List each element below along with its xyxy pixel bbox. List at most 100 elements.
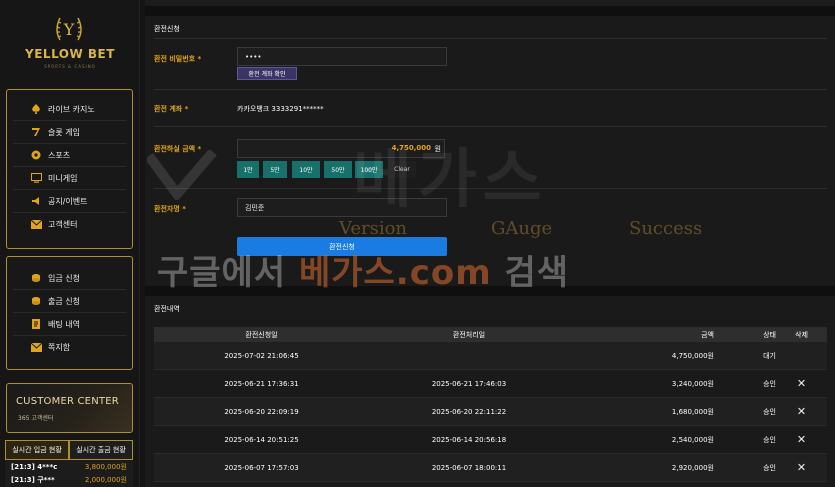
cell-amount: 2,540,000원 bbox=[671, 435, 714, 444]
sidebar-item-label: 라이브 카지노 bbox=[48, 104, 95, 114]
confirm-account-button[interactable]: 환전 계좌 확인 bbox=[237, 67, 297, 80]
sidebar-item-label: 입금 신청 bbox=[48, 273, 80, 283]
sidebar-item[interactable]: 배팅 내역 bbox=[13, 313, 126, 336]
amount-unit: 원 bbox=[434, 145, 441, 153]
cell-status: 승인 bbox=[763, 407, 776, 416]
cell-processed: 2025-06-20 22:11:22 bbox=[431, 407, 507, 416]
cell-delete: ✕ bbox=[776, 378, 827, 389]
col-delete: 삭제 bbox=[795, 330, 808, 339]
holder-label: 환전자명 * bbox=[154, 205, 186, 213]
sidebar-item[interactable]: 슬롯 게임 bbox=[13, 121, 126, 144]
divider bbox=[154, 89, 827, 90]
quick-1m-button[interactable]: 100만 bbox=[355, 161, 383, 178]
table-row: 2025-06-07 17:57:03 2025-06-07 18:00:11 2,… bbox=[154, 454, 827, 482]
sidebar-item[interactable]: 공지/이벤트 bbox=[13, 190, 126, 213]
customer-center-title: CUSTOMER CENTER bbox=[16, 396, 119, 407]
soccer-ball-icon bbox=[29, 149, 43, 161]
divider bbox=[154, 38, 827, 39]
coin-stack-icon bbox=[29, 272, 43, 284]
sidebar-item[interactable]: 고객센터 bbox=[13, 213, 126, 236]
realtime-name: [21:3] 구*** bbox=[11, 475, 55, 484]
cell-delete: ✕ bbox=[776, 462, 827, 473]
password-input[interactable]: •••• bbox=[237, 47, 447, 66]
cell-processed: 2025-06-07 18:00:11 bbox=[431, 463, 507, 472]
cell-requested: 2025-06-07 17:57:03 bbox=[224, 463, 299, 472]
withdraw-form-panel: 환전신청 환전 비밀번호 * •••• 환전 계좌 확인 환전 계좌 * 카카오… bbox=[145, 16, 835, 286]
cell-delete: ✕ bbox=[776, 434, 827, 445]
cell-status: 승인 bbox=[763, 379, 776, 388]
envelope-icon bbox=[29, 219, 43, 231]
cell-requested: 2025-06-21 17:36:31 bbox=[224, 379, 299, 388]
tab-realtime-withdraw[interactable]: 실시간 출금 현황 bbox=[69, 440, 133, 460]
cell-processed: 2025-06-21 17:46:03 bbox=[431, 379, 507, 388]
holder-input[interactable]: 김민준 bbox=[237, 198, 447, 217]
submit-withdraw-button[interactable]: 환전신청 bbox=[237, 237, 447, 256]
megaphone-icon bbox=[29, 195, 43, 207]
sidebar-item-label: 쪽지함 bbox=[48, 343, 71, 352]
envelope-icon bbox=[29, 342, 43, 354]
customer-center-banner[interactable]: CUSTOMER CENTER 365 고객센터 bbox=[6, 383, 133, 433]
account-label: 환전 계좌 * bbox=[154, 105, 189, 113]
amount-input[interactable]: 4,750,000 원 bbox=[237, 139, 445, 158]
col-amount: 금액 bbox=[701, 330, 714, 339]
cell-requested: 2025-07-02 21:06:45 bbox=[224, 351, 299, 360]
page-root: Y YELLOW BET SPORTS & CASINO 라이브 카지노슬롯 게… bbox=[0, 0, 835, 487]
quick-50k-button[interactable]: 5만 bbox=[263, 161, 287, 178]
realtime-amount: 2,000,000원 bbox=[84, 475, 127, 484]
realtime-amount: 3,800,000원 bbox=[84, 462, 127, 471]
delete-icon[interactable]: ✕ bbox=[797, 405, 806, 418]
table-row: 2025-06-14 20:51:25 2025-06-14 20:56:18 2,… bbox=[154, 426, 827, 454]
sidebar-item-label: 고객센터 bbox=[48, 220, 78, 229]
quick-10k-button[interactable]: 1만 bbox=[237, 161, 259, 178]
table-row: 2025-06-20 22:09:19 2025-06-20 22:11:22 1,… bbox=[154, 398, 827, 426]
main-content: 환전신청 환전 비밀번호 * •••• 환전 계좌 확인 환전 계좌 * 카카오… bbox=[145, 0, 835, 487]
table-row: 2025-07-02 21:06:45 4,750,000원 대기 bbox=[154, 342, 827, 370]
sidebar-item[interactable]: 스포츠 bbox=[13, 144, 126, 167]
quick-500k-button[interactable]: 50만 bbox=[324, 161, 352, 178]
tab-realtime-deposit[interactable]: 실시간 입금 현황 bbox=[5, 440, 69, 460]
sidebar-item-label: 배팅 내역 bbox=[48, 319, 80, 329]
monitor-icon bbox=[29, 172, 43, 184]
sidebar-item[interactable]: 입금 신청 bbox=[13, 267, 126, 290]
sidebar-item[interactable]: 라이브 카지노 bbox=[13, 98, 126, 121]
cell-amount: 4,750,000원 bbox=[671, 351, 714, 360]
sidebar-item[interactable]: 쪽지함 bbox=[13, 336, 126, 359]
realtime-status: 실시간 입금 현황 실시간 출금 현황 [21:3] 4***c 3,800,0… bbox=[5, 440, 133, 487]
panel-title: 환전신청 bbox=[154, 25, 180, 33]
logo[interactable]: Y YELLOW BET SPORTS & CASINO bbox=[0, 0, 140, 78]
withdraw-history-panel: 환전내역 환전신청일 환전처리일 금액 상태 삭제 2025-07-02 21:… bbox=[145, 296, 835, 487]
amount-value: 4,750,000 bbox=[391, 144, 431, 152]
sidebar-item-label: 공지/이벤트 bbox=[48, 196, 88, 206]
cell-delete: ✕ bbox=[776, 406, 827, 417]
delete-icon[interactable]: ✕ bbox=[797, 461, 806, 474]
realtime-name: [21:3] 4***c bbox=[11, 462, 58, 471]
account-menu: 입금 신청출금 신청배팅 내역쪽지함 bbox=[6, 256, 133, 370]
cell-status: 승인 bbox=[763, 435, 776, 444]
quick-clear-button[interactable]: Clear bbox=[388, 161, 416, 178]
cell-status: 승인 bbox=[763, 463, 776, 472]
sidebar-item[interactable]: 미니게임 bbox=[13, 167, 126, 190]
sidebar: Y YELLOW BET SPORTS & CASINO 라이브 카지노슬롯 게… bbox=[0, 0, 140, 487]
sidebar-item-label: 미니게임 bbox=[48, 173, 78, 183]
col-status: 상태 bbox=[763, 330, 776, 339]
coin-stack-icon bbox=[29, 295, 43, 307]
history-title: 환전내역 bbox=[154, 305, 180, 313]
delete-icon[interactable]: ✕ bbox=[797, 433, 806, 446]
cell-status: 대기 bbox=[763, 351, 776, 360]
table-header: 환전신청일 환전처리일 금액 상태 삭제 bbox=[154, 327, 827, 342]
sidebar-item[interactable]: 출금 신청 bbox=[13, 290, 126, 313]
realtime-row: [21:3] 4***c 3,800,000원 bbox=[5, 460, 133, 473]
realtime-row: [21:3] 구*** 2,000,000원 bbox=[5, 473, 133, 486]
table-row: 2025-06-21 17:36:31 2025-06-21 17:46:03 3,… bbox=[154, 370, 827, 398]
cell-processed: 2025-06-14 20:56:18 bbox=[431, 435, 507, 444]
cell-requested: 2025-06-14 20:51:25 bbox=[224, 435, 299, 444]
spade-icon bbox=[29, 103, 43, 115]
divider bbox=[154, 188, 827, 189]
top-bar bbox=[145, 0, 835, 6]
laurel-logo-icon: Y bbox=[56, 17, 82, 41]
sidebar-item-label: 스포츠 bbox=[48, 150, 71, 160]
password-label: 환전 비밀번호 * bbox=[154, 55, 202, 63]
customer-center-sub: 365 고객센터 bbox=[18, 415, 54, 422]
quick-100k-button[interactable]: 10만 bbox=[292, 161, 320, 178]
delete-icon[interactable]: ✕ bbox=[797, 377, 806, 390]
